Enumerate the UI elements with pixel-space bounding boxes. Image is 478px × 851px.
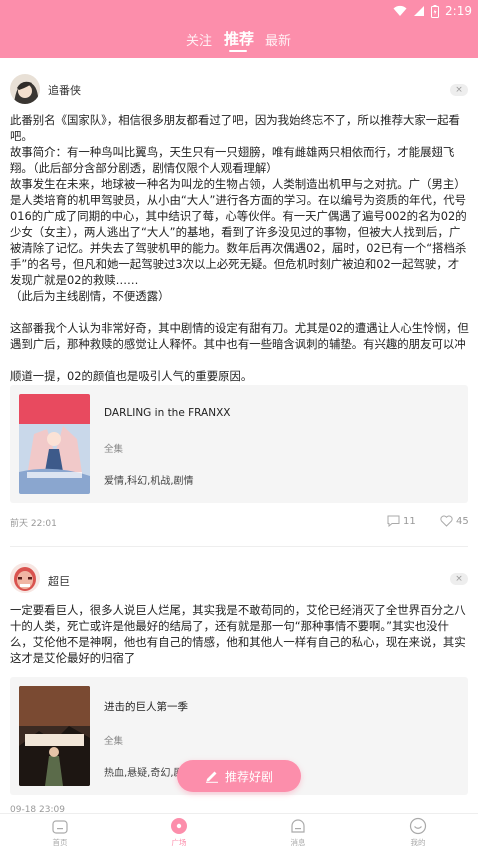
battery-icon (431, 4, 440, 18)
post-text: 此番别名《国家队》，相信很多朋友都看过了吧，因为我始终忘不了，所以推荐大家一起看… (10, 113, 469, 383)
tab-follow[interactable]: 关注 (186, 30, 212, 49)
tab-recommend[interactable]: 推荐 (224, 28, 254, 49)
nav-profile-label: 我的 (410, 838, 426, 847)
avatar[interactable] (10, 74, 40, 104)
tab-latest[interactable]: 最新 (265, 30, 291, 49)
comment-button[interactable]: 11 (387, 515, 416, 527)
anime-tags: 爱情,科幻,机战,剧情 (104, 476, 194, 487)
close-icon[interactable]: × (450, 573, 468, 585)
comment-icon (387, 515, 400, 527)
post-text: 一定要看巨人，很多人说巨人烂尾，其实我是不敢苟同的，艾伦已经消灭了全世界百分之八… (10, 603, 466, 665)
top-tab-bar: 关注 推荐 最新 (0, 22, 478, 58)
wifi-icon (393, 5, 407, 16)
nav-profile[interactable]: 我的 (388, 816, 448, 850)
bottom-nav: 首页 广场 消息 我的 (0, 813, 478, 851)
avatar[interactable] (10, 563, 40, 593)
post-card: 追番侠 × 此番别名《国家队》，相信很多朋友都看过了吧，因为我始终忘不了，所以推… (0, 58, 478, 548)
nav-home[interactable]: 首页 (30, 816, 90, 850)
like-count: 45 (456, 515, 469, 527)
home-icon (51, 817, 69, 835)
plaza-icon (170, 817, 188, 835)
anime-cover-image (19, 394, 90, 494)
author-name[interactable]: 超巨 (48, 573, 70, 589)
status-icons: 2:19 (393, 2, 472, 20)
post-time: 前天 22:01 (10, 519, 57, 529)
status-bar: 2:19 (0, 0, 478, 22)
heart-icon (440, 515, 453, 527)
recommend-show-button[interactable]: 推荐好剧 (177, 760, 301, 792)
close-icon[interactable]: × (450, 84, 468, 96)
signal-icon (414, 6, 425, 16)
recommend-show-label: 推荐好剧 (224, 769, 273, 784)
anime-card[interactable]: DARLING in the FRANXX 全集 爱情,科幻,机战,剧情 (10, 385, 468, 503)
active-tab-indicator (229, 50, 247, 52)
comment-count: 11 (403, 515, 416, 527)
post-divider (10, 546, 468, 547)
profile-icon (409, 817, 427, 835)
pencil-icon (205, 771, 218, 783)
nav-plaza-label: 广场 (171, 838, 187, 847)
nav-messages-label: 消息 (290, 838, 306, 847)
nav-messages[interactable]: 消息 (268, 816, 328, 850)
nav-plaza[interactable]: 广场 (149, 816, 209, 850)
status-time: 2:19 (445, 4, 472, 18)
anime-title: DARLING in the FRANXX (104, 407, 231, 419)
anime-episodes: 全集 (104, 736, 124, 747)
nav-home-label: 首页 (52, 838, 68, 847)
anime-cover-image (19, 686, 90, 786)
like-button[interactable]: 45 (440, 515, 469, 527)
anime-title: 进击的巨人第一季 (104, 701, 188, 713)
author-name[interactable]: 追番侠 (48, 82, 81, 98)
anime-episodes: 全集 (104, 444, 124, 455)
message-icon (289, 817, 307, 835)
